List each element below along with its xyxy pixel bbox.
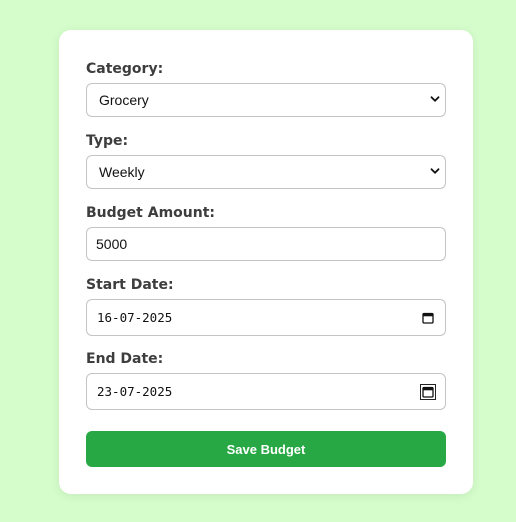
chevron-down-icon — [430, 96, 440, 102]
type-selected-value: Weekly — [99, 164, 145, 180]
category-field: Category: Grocery — [86, 60, 446, 117]
start-date-value: 16-07-2025 — [97, 310, 173, 325]
start-date-field: Start Date: 16-07-2025 — [86, 276, 446, 336]
save-budget-button[interactable]: Save Budget — [86, 431, 446, 467]
category-label: Category: — [86, 61, 164, 77]
end-date-value: 23-07-2025 — [97, 384, 173, 399]
calendar-icon[interactable] — [422, 312, 434, 324]
end-date-label: End Date: — [86, 351, 164, 367]
budget-amount-value: 5000 — [96, 236, 128, 252]
calendar-icon[interactable] — [420, 383, 436, 400]
budget-amount-label: Budget Amount: — [86, 205, 216, 221]
start-date-input[interactable]: 16-07-2025 — [86, 299, 446, 336]
budget-form-card: Category: Grocery Type: Weekly Budget Am… — [59, 30, 473, 494]
type-field: Type: Weekly — [86, 132, 446, 189]
category-select[interactable]: Grocery — [86, 83, 446, 117]
chevron-down-icon — [430, 168, 440, 174]
start-date-label: Start Date: — [86, 277, 174, 293]
type-label: Type: — [86, 133, 129, 149]
end-date-field: End Date: 23-07-2025 — [86, 350, 446, 410]
budget-amount-field: Budget Amount: 5000 — [86, 204, 446, 261]
end-date-input[interactable]: 23-07-2025 — [86, 373, 446, 410]
type-select[interactable]: Weekly — [86, 155, 446, 189]
category-selected-value: Grocery — [99, 92, 149, 108]
budget-amount-input[interactable]: 5000 — [86, 227, 446, 261]
